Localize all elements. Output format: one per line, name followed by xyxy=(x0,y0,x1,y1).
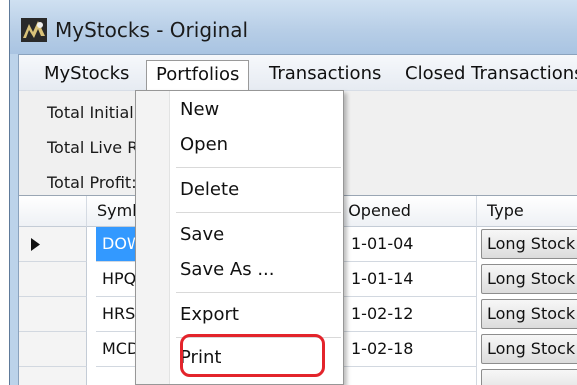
menu-portfolios[interactable]: Portfolios xyxy=(146,60,250,92)
column-header-type[interactable]: Type xyxy=(477,196,577,227)
menu-icon-gutter xyxy=(136,91,170,384)
row-header[interactable] xyxy=(19,262,87,297)
print-highlight-circle xyxy=(180,334,325,377)
menu-transactions[interactable]: Transactions xyxy=(260,60,390,90)
menu-item-open[interactable]: Open xyxy=(180,134,228,155)
menu-separator xyxy=(176,212,341,213)
cell-type-button[interactable]: Long Stock xyxy=(481,264,577,294)
menu-closed-transactions[interactable]: Closed Transactions xyxy=(396,60,577,90)
window-title: MyStocks - Original xyxy=(55,18,249,42)
menu-item-save[interactable]: Save xyxy=(180,224,224,245)
row-header[interactable] xyxy=(19,297,87,332)
cell-type-button[interactable]: Long Stock xyxy=(481,334,577,364)
grid-corner-header xyxy=(19,196,87,227)
cell-type-button[interactable] xyxy=(481,369,577,385)
menu-item-export[interactable]: Export xyxy=(180,304,239,325)
row-header[interactable] xyxy=(19,227,87,262)
menu-separator xyxy=(176,292,341,293)
total-live-label: Total Live Ri xyxy=(47,138,143,157)
menu-item-save-as[interactable]: Save As ... xyxy=(180,259,274,280)
row-header[interactable] xyxy=(19,367,87,385)
title-bar[interactable]: MyStocks - Original xyxy=(10,0,577,54)
menu-mystocks[interactable]: MyStocks xyxy=(35,60,138,90)
menu-item-new[interactable]: New xyxy=(180,99,219,120)
cell-type-button[interactable]: Long Stock xyxy=(481,299,577,329)
menu-item-delete[interactable]: Delete xyxy=(180,179,239,200)
menu-separator xyxy=(176,167,341,168)
app-icon xyxy=(21,18,47,42)
current-row-arrow-icon xyxy=(31,238,40,251)
row-header[interactable] xyxy=(19,332,87,367)
menu-bar: MyStocks Portfolios Transactions Closed … xyxy=(19,55,577,92)
total-initial-label: Total Initial xyxy=(47,103,134,122)
total-profit-label: Total Profit: xyxy=(47,173,137,192)
cell-type-button[interactable]: Long Stock xyxy=(481,229,577,259)
